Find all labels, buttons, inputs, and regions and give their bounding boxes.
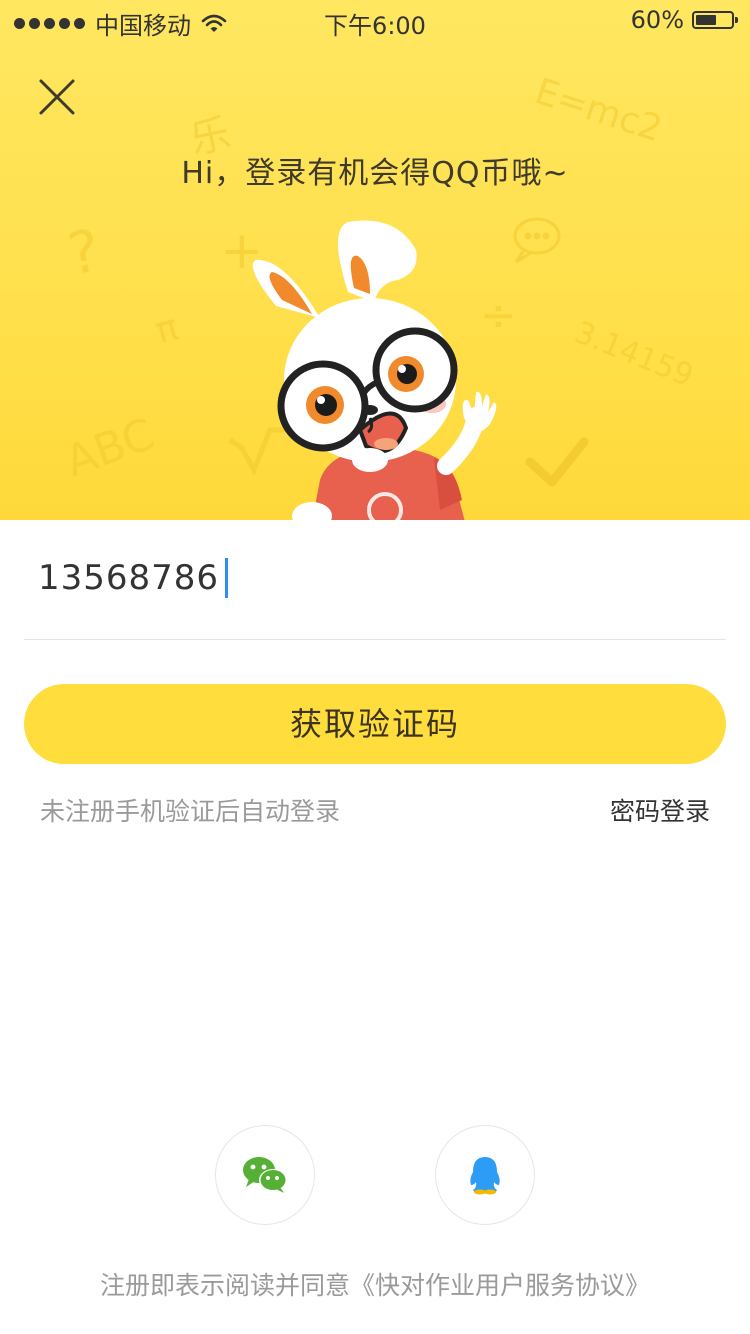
status-right: 60%: [630, 6, 738, 34]
deco-emc2: E=mc2: [530, 71, 667, 150]
agreement-text: 注册即表示阅读并同意《快对作业用户服务协议》: [0, 1266, 750, 1302]
deco-question: ?: [63, 216, 105, 288]
phone-input[interactable]: 13568786: [38, 558, 229, 598]
login-screen: 乐 E=mc2 ? + π ÷ 3.14159 ABC 中国移动 下午6:00 …: [0, 0, 750, 1334]
rabbit-mascot-illustration: [252, 220, 497, 520]
phone-input-row[interactable]: 13568786: [24, 540, 726, 640]
agreement-prefix: 注册即表示阅读并同意: [99, 1271, 350, 1300]
battery-percent: 60%: [630, 6, 684, 34]
wechat-icon: [243, 1157, 287, 1193]
deco-check: [525, 437, 589, 487]
battery-icon: [692, 11, 738, 29]
greeting-title: Hi，登录有机会得QQ币哦~: [181, 156, 569, 191]
service-agreement-link[interactable]: 《快对作业用户服务协议》: [350, 1271, 650, 1300]
status-bar: 中国移动 下午6:00 60%: [0, 0, 750, 42]
get-verification-code-button[interactable]: 获取验证码: [24, 684, 726, 764]
qq-login-button[interactable]: [435, 1125, 535, 1225]
deco-pi: π: [151, 307, 183, 352]
auto-register-hint: 未注册手机验证后自动登录: [40, 797, 341, 826]
deco-pi-number: 3.14159: [570, 315, 698, 394]
qq-icon: [470, 1157, 500, 1195]
phone-input-value: 13568786: [38, 558, 220, 598]
close-icon[interactable]: [32, 72, 82, 122]
hero-banner: 乐 E=mc2 ? + π ÷ 3.14159 ABC 中国移动 下午6:00 …: [0, 0, 750, 520]
deco-abc: ABC: [59, 409, 161, 488]
wechat-login-button[interactable]: [215, 1125, 315, 1225]
text-caret: [225, 558, 229, 598]
password-login-link[interactable]: 密码登录: [610, 792, 710, 828]
